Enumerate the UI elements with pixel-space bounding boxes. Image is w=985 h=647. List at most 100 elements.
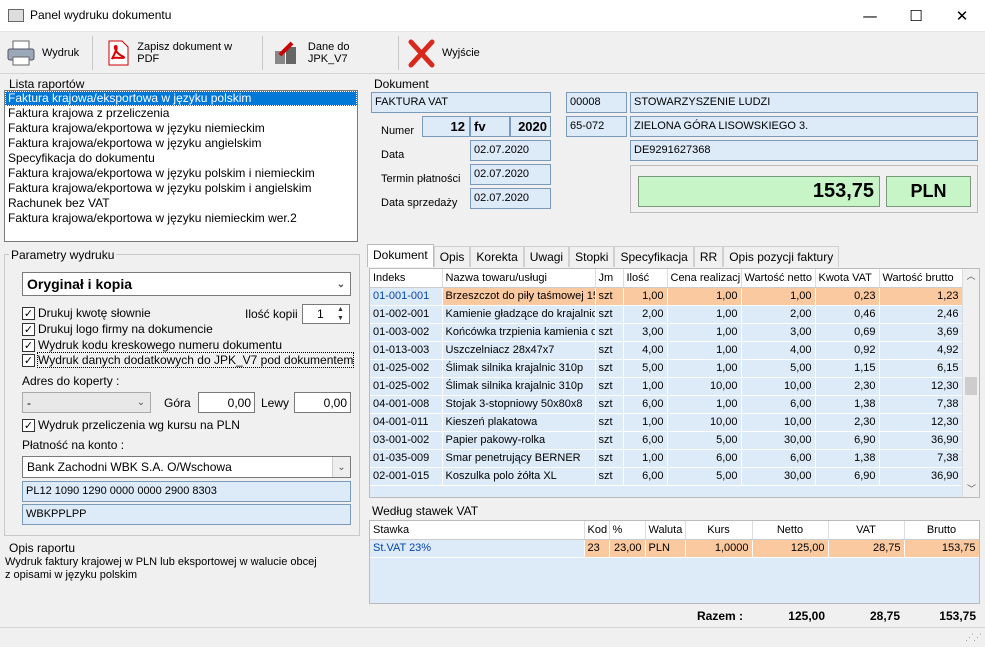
minimize-button[interactable]: — — [847, 0, 893, 31]
tab-korekta[interactable]: Korekta — [470, 246, 524, 267]
items-scrollbar[interactable]: ︿ ﹀ — [962, 269, 979, 497]
column-header[interactable]: Kod — [584, 521, 610, 540]
table-cell: 0,69 — [815, 323, 880, 342]
copy-mode-select[interactable]: Oryginał i kopia ⌄ — [22, 272, 351, 296]
table-row[interactable]: 01-025-002 Ślimak silnika krajalnic 310p s… — [370, 359, 963, 378]
column-header[interactable]: Wartość brutto — [879, 269, 963, 288]
column-header[interactable]: Indeks — [370, 269, 443, 288]
checkbox-checked-icon: ✓ — [22, 418, 35, 432]
print-button[interactable]: Wydruk — [6, 34, 86, 72]
tab-specyfikacja[interactable]: Specyfikacja — [614, 246, 694, 267]
report-item[interactable]: Faktura krajowa z przeliczenia — [5, 106, 357, 121]
account-label: Płatność na konto : — [22, 438, 125, 452]
logo-label: Drukuj logo firmy na dokumencie — [38, 322, 213, 336]
table-row[interactable]: 01-002-001 Kamienie gładzące do krajalnic… — [370, 305, 963, 324]
report-item[interactable]: Specyfikacja do dokumentu — [5, 151, 357, 166]
checkbox-checked-icon: ✓ — [22, 322, 35, 336]
column-header[interactable]: Kurs — [685, 521, 753, 540]
table-cell: Kamienie gładzące do krajalnicy — [442, 305, 596, 324]
table-row[interactable]: 01-003-002 Końcówka trzpienia kamienia os… — [370, 323, 963, 342]
table-cell: 02-001-015 — [370, 467, 443, 486]
column-header[interactable]: Ilość — [623, 269, 668, 288]
table-row[interactable]: 01-025-002 Ślimak silnika krajalnic 310p s… — [370, 377, 963, 396]
table-row[interactable]: 01-035-009 Smar penetrujący BERNER szt 1,00… — [370, 449, 963, 468]
copies-label: Ilość kopii — [245, 307, 298, 321]
close-button[interactable]: ✕ — [939, 0, 985, 31]
tab-uwagi[interactable]: Uwagi — [523, 246, 570, 267]
table-row[interactable]: 02-001-015 Koszulka polo żółta XL szt 6,00 5… — [370, 467, 963, 486]
column-header[interactable]: Cena realizacji — [667, 269, 742, 288]
spinner-arrows-icon[interactable]: ▲ ▼ — [337, 305, 344, 323]
chevron-up-icon[interactable]: ︿ — [963, 269, 979, 282]
column-header[interactable]: Waluta — [645, 521, 686, 540]
reports-list[interactable]: Faktura krajowa/eksportowa w języku pols… — [4, 90, 358, 242]
logo-checkbox[interactable]: ✓ Drukuj logo firmy na dokumencie — [22, 322, 213, 336]
exit-button[interactable]: Wyjście — [406, 34, 486, 72]
amount-words-checkbox[interactable]: ✓ Drukuj kwotę słownie — [22, 306, 151, 320]
resize-grip-icon[interactable]: ⋰⋰ — [965, 632, 982, 643]
envelope-select[interactable]: - ⌄ — [22, 392, 151, 413]
column-header[interactable]: Nazwa towaru/usługi — [442, 269, 596, 288]
table-cell: Koszulka polo żółta XL — [442, 467, 596, 486]
doc-due-date: 02.07.2020 — [470, 164, 551, 185]
report-item[interactable]: Rachunek bez VAT — [5, 196, 357, 211]
table-row[interactable]: 01-001-001 Brzeszczot do piły taśmowej 15… — [370, 287, 963, 306]
left-label: Lewy — [261, 396, 290, 410]
table-cell: 1,00 — [667, 287, 742, 306]
column-header[interactable]: Netto — [752, 521, 829, 540]
column-header[interactable]: Wartość netto — [741, 269, 816, 288]
top-input[interactable]: 0,00 — [198, 392, 255, 413]
table-cell: 03-001-002 — [370, 431, 443, 450]
scrollbar-thumb[interactable] — [965, 377, 977, 395]
column-header[interactable]: % — [609, 521, 646, 540]
bank-select[interactable]: Bank Zachodni WBK S.A. O/Wschowa ⌄ — [22, 456, 351, 478]
table-row[interactable]: 04-001-011 Kieszeń plakatowa szt 1,00 10,00 1… — [370, 413, 963, 432]
maximize-button[interactable]: ☐ — [893, 0, 939, 31]
tab-opis[interactable]: Opis — [433, 246, 471, 267]
pln-conversion-label: Wydruk przeliczenia wg kursu na PLN — [38, 418, 240, 432]
column-header[interactable]: Kwota VAT — [815, 269, 880, 288]
column-header[interactable]: Brutto — [904, 521, 979, 540]
column-header[interactable]: Stawka — [370, 521, 585, 540]
jpk-data-label: Wydruk danych dodatkowych do JPK_V7 pod … — [36, 352, 355, 368]
report-item[interactable]: Faktura krajowa/ekportowa w języku angie… — [5, 136, 357, 151]
envelope-value: - — [27, 395, 31, 410]
client-name: STOWARZYSZENIE LUDZI — [630, 92, 978, 113]
table-row[interactable]: 03-001-002 Papier pakowy-rolka szt 6,00 5,00… — [370, 431, 963, 450]
iban-field[interactable]: PL12 1090 1290 0000 0000 2900 8303 — [22, 481, 351, 502]
table-row[interactable]: 04-001-008 Stojak 3-stopniowy 50x80x8 szt 6… — [370, 395, 963, 414]
toolbar-separator — [398, 36, 399, 70]
report-item[interactable]: Faktura krajowa/ekportowa w języku niemi… — [5, 121, 357, 136]
table-cell: 01-013-003 — [370, 341, 443, 360]
tab-dokument[interactable]: Dokument — [367, 244, 434, 267]
column-header[interactable]: VAT — [828, 521, 905, 540]
chevron-down-icon[interactable]: ﹀ — [963, 482, 979, 495]
copy-mode-value: Oryginał i kopia — [27, 276, 133, 292]
left-input[interactable]: 0,00 — [294, 392, 351, 413]
table-row[interactable]: 01-013-003 Uszczelniacz 28x47x7 szt 4,00 1,0… — [370, 341, 963, 360]
close-x-icon — [408, 39, 435, 68]
swift-field[interactable]: WBKPPLPP — [22, 504, 351, 525]
report-item[interactable]: Faktura krajowa/ekportowa w języku polsk… — [5, 181, 357, 196]
pln-conversion-checkbox[interactable]: ✓ Wydruk przeliczenia wg kursu na PLN — [22, 418, 240, 432]
table-cell: 23,00 — [609, 539, 646, 558]
table-cell: 5,00 — [741, 359, 816, 378]
doc-sale-date: 02.07.2020 — [470, 188, 551, 209]
table-cell: 5,00 — [667, 467, 742, 486]
checkbox-checked-icon: ✓ — [22, 306, 35, 320]
report-item[interactable]: Faktura krajowa/ekportowa w języku niemi… — [5, 211, 357, 226]
table-cell: szt — [595, 377, 624, 396]
jpk-data-checkbox[interactable]: ✓ Wydruk danych dodatkowych do JPK_V7 pod… — [22, 352, 355, 368]
table-cell: 1,38 — [815, 395, 880, 414]
table-row[interactable]: St.VAT 23% 23 23,00 PLN 1,0000 125,00 28,75 153… — [370, 539, 979, 558]
save-pdf-button[interactable]: Zapisz dokument w PDF — [104, 34, 254, 72]
jpk-button[interactable]: Dane do JPK_V7 — [272, 34, 392, 72]
report-item[interactable]: Faktura krajowa/ekportowa w języku polsk… — [5, 166, 357, 181]
column-header[interactable]: Jm — [595, 269, 624, 288]
tab-rr[interactable]: RR — [693, 246, 724, 267]
report-item[interactable]: Faktura krajowa/eksportowa w języku pols… — [5, 91, 357, 106]
tab-opis-pozycji[interactable]: Opis pozycji faktury — [723, 246, 840, 267]
barcode-checkbox[interactable]: ✓ Wydruk kodu kreskowego numeru dokumentu — [22, 338, 282, 352]
table-cell: Uszczelniacz 28x47x7 — [442, 341, 596, 360]
tab-stopki[interactable]: Stopki — [569, 246, 615, 267]
